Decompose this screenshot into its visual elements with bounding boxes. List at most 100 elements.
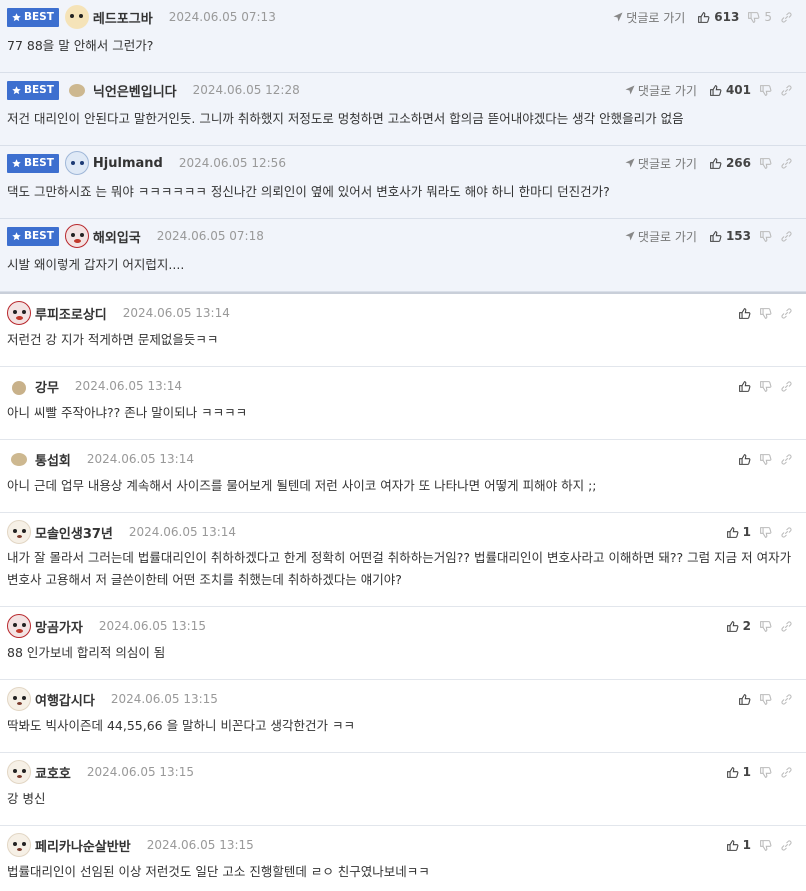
link-icon[interactable] bbox=[780, 839, 793, 852]
downvote-button[interactable] bbox=[759, 766, 772, 779]
avatar[interactable] bbox=[7, 614, 31, 638]
nickname[interactable]: 루피조로상디 bbox=[35, 304, 107, 323]
upvote-button[interactable] bbox=[738, 307, 751, 320]
link-icon[interactable] bbox=[780, 766, 793, 779]
comment-actions: 2 bbox=[726, 616, 793, 636]
link-icon[interactable] bbox=[780, 84, 793, 97]
upvote-count: 1 bbox=[742, 765, 751, 779]
comment-actions: 1 bbox=[726, 762, 793, 782]
avatar[interactable] bbox=[65, 78, 89, 102]
link-icon[interactable] bbox=[780, 453, 793, 466]
nickname[interactable]: 닉언은벤입니다 bbox=[93, 81, 177, 100]
link-icon[interactable] bbox=[780, 230, 793, 243]
upvote-button[interactable]: 1 bbox=[726, 525, 751, 539]
thumbs-up-icon bbox=[726, 526, 739, 539]
link-icon[interactable] bbox=[780, 693, 793, 706]
upvote-count: 613 bbox=[714, 10, 740, 24]
go-to-reply-link[interactable]: 댓글로 가기 bbox=[625, 228, 697, 245]
upvote-count: 153 bbox=[725, 229, 751, 243]
best-comment: BEST Hjulmand 2024.06.05 12:56 댓글로 가기 266 댁도 … bbox=[0, 146, 806, 219]
comment-text: 아니 근데 업무 내용상 계속해서 사이즈를 물어보게 될텐데 저런 사이코 여… bbox=[7, 478, 597, 493]
thumbs-up-icon bbox=[726, 620, 739, 633]
thumbs-down-icon bbox=[759, 620, 772, 633]
upvote-button[interactable]: 401 bbox=[709, 83, 751, 97]
avatar[interactable] bbox=[64, 5, 89, 29]
upvote-button[interactable]: 266 bbox=[709, 156, 751, 170]
comment-date: 2024.06.05 12:28 bbox=[192, 83, 300, 97]
comment-header: BEST Hjulmand 2024.06.05 12:56 댓글로 가기 266 bbox=[7, 151, 799, 175]
avatar[interactable] bbox=[7, 760, 31, 784]
nickname[interactable]: 여행갑시다 bbox=[35, 690, 95, 709]
thumbs-down-icon bbox=[759, 453, 772, 466]
best-badge: BEST bbox=[7, 80, 59, 100]
downvote-button[interactable] bbox=[759, 230, 772, 243]
downvote-button[interactable] bbox=[759, 693, 772, 706]
upvote-button[interactable]: 153 bbox=[709, 229, 751, 243]
downvote-button[interactable] bbox=[759, 307, 772, 320]
comment-date: 2024.06.05 13:15 bbox=[146, 838, 254, 852]
link-icon[interactable] bbox=[780, 526, 793, 539]
downvote-button[interactable] bbox=[759, 453, 772, 466]
link-icon[interactable] bbox=[780, 307, 793, 320]
upvote-button[interactable]: 613 bbox=[697, 10, 739, 24]
go-to-reply-link[interactable]: 댓글로 가기 bbox=[625, 82, 697, 99]
link-icon[interactable] bbox=[780, 380, 793, 393]
go-to-reply-link[interactable]: 댓글로 가기 bbox=[613, 9, 685, 26]
avatar[interactable] bbox=[7, 374, 31, 398]
nickname[interactable]: 레드포그바 bbox=[93, 8, 153, 27]
comment-date: 2024.06.05 13:14 bbox=[74, 379, 183, 393]
go-to-reply-link[interactable]: 댓글로 가기 bbox=[625, 155, 697, 172]
thumbs-up-icon bbox=[738, 380, 751, 393]
downvote-button[interactable] bbox=[759, 157, 772, 170]
comment-text: 88 인가보네 합리적 의심이 됨 bbox=[7, 645, 166, 660]
nickname[interactable]: Hjulmand bbox=[93, 156, 163, 171]
avatar[interactable] bbox=[64, 151, 89, 175]
comment-list: BEST 레드포그바 2024.06.05 07:13 댓글로 가기 613 5 77 88… bbox=[0, 0, 806, 891]
comment: 망곰가자 2024.06.05 13:15 2 88 인가보네 합리적 의심이 됨 bbox=[0, 607, 806, 680]
nickname[interactable]: 모솔인생37년 bbox=[35, 523, 113, 542]
comment-date: 2024.06.05 07:13 bbox=[168, 10, 276, 24]
nickname[interactable]: 망곰가자 bbox=[35, 617, 83, 636]
comment: 강무 2024.06.05 13:14 아니 씨빨 주작아냐?? 존나 말이되나 ㅋ… bbox=[0, 367, 806, 440]
thumbs-down-icon bbox=[759, 230, 772, 243]
link-icon[interactable] bbox=[780, 11, 793, 24]
nickname[interactable]: 통섭회 bbox=[35, 450, 71, 469]
comment-header: 여행갑시다 2024.06.05 13:15 bbox=[7, 687, 799, 711]
nickname[interactable]: 강무 bbox=[35, 377, 59, 396]
link-icon[interactable] bbox=[780, 620, 793, 633]
comment: 페리카나순살반반 2024.06.05 13:15 1 법률대리인이 선임된 이상 저… bbox=[0, 826, 806, 891]
avatar[interactable] bbox=[7, 833, 31, 857]
avatar[interactable] bbox=[7, 520, 31, 544]
thumbs-up-icon bbox=[697, 11, 710, 24]
downvote-button[interactable] bbox=[759, 526, 772, 539]
upvote-button[interactable]: 2 bbox=[726, 619, 751, 633]
comment-actions: 댓글로 가기 613 5 bbox=[613, 7, 793, 27]
downvote-button[interactable] bbox=[759, 839, 772, 852]
upvote-button[interactable] bbox=[738, 453, 751, 466]
reply-label: 댓글로 가기 bbox=[637, 229, 697, 244]
avatar[interactable] bbox=[7, 447, 31, 471]
upvote-button[interactable] bbox=[738, 380, 751, 393]
comment-actions: 댓글로 가기 153 bbox=[625, 226, 793, 246]
avatar[interactable] bbox=[7, 301, 31, 325]
downvote-button[interactable] bbox=[759, 620, 772, 633]
arrow-icon bbox=[625, 85, 635, 95]
upvote-count: 401 bbox=[725, 83, 751, 97]
nickname[interactable]: 페리카나순살반반 bbox=[35, 836, 131, 855]
comment-text: 시발 왜이렇게 갑자기 어지럽지.... bbox=[7, 257, 185, 272]
upvote-button[interactable]: 1 bbox=[726, 765, 751, 779]
upvote-button[interactable]: 1 bbox=[726, 838, 751, 852]
best-badge: BEST bbox=[7, 226, 59, 246]
downvote-button[interactable] bbox=[759, 380, 772, 393]
comment-header: BEST 레드포그바 2024.06.05 07:13 댓글로 가기 613 5 bbox=[7, 5, 799, 29]
link-icon[interactable] bbox=[780, 157, 793, 170]
downvote-button[interactable]: 5 bbox=[747, 10, 772, 24]
avatar[interactable] bbox=[64, 224, 89, 248]
avatar[interactable] bbox=[7, 687, 31, 711]
nickname[interactable]: 쿄호호 bbox=[35, 763, 71, 782]
downvote-button[interactable] bbox=[759, 84, 772, 97]
upvote-button[interactable] bbox=[738, 693, 751, 706]
comment-actions: 1 bbox=[726, 522, 793, 542]
nickname[interactable]: 해외입국 bbox=[93, 227, 141, 246]
comment-header: 망곰가자 2024.06.05 13:15 2 bbox=[7, 614, 799, 638]
